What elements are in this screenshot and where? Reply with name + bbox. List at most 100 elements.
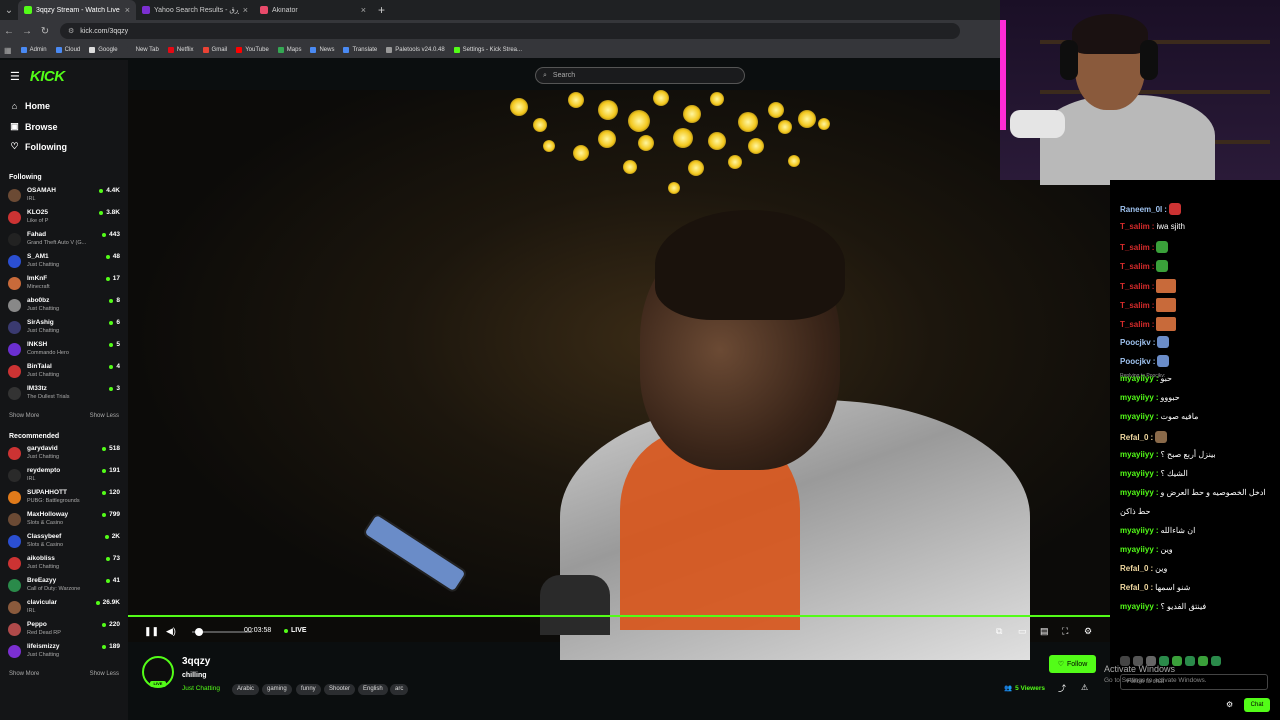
following-channel-item[interactable]: Fahad Grand Theft Auto V (G... 443 — [8, 229, 120, 251]
bookmark-item[interactable]: Cloud — [55, 47, 80, 53]
chat-message[interactable]: myayiiyy: حبووو — [1120, 393, 1180, 402]
sidebar-nav-home[interactable]: ⌂ Home — [10, 101, 50, 111]
chat-send-button[interactable]: Chat — [1244, 698, 1270, 712]
stream-tag[interactable]: English — [358, 684, 388, 695]
emote-icon[interactable] — [1211, 656, 1221, 666]
chat-message[interactable]: Raneem_0l: — [1120, 203, 1181, 215]
tab-close-icon[interactable]: × — [361, 5, 366, 15]
chat-username[interactable]: T_salim — [1120, 262, 1150, 271]
following-channel-item[interactable]: BinTalal Just Chatting 4 — [8, 361, 120, 383]
following-channel-item[interactable]: S_AM1 Just Chatting 48 — [8, 251, 120, 273]
chat-username[interactable]: myayiiyy — [1120, 412, 1154, 421]
recommended-channel-item[interactable]: SUPAHHOTT PUBG: Battlegrounds 120 — [8, 487, 120, 509]
chat-message[interactable]: Poocjkv: — [1120, 336, 1170, 348]
share-icon[interactable]: ⤴ — [1058, 683, 1066, 694]
chat-message[interactable]: T_salim: — [1120, 317, 1177, 331]
fullscreen-icon[interactable]: ⛶ — [1062, 626, 1068, 637]
stream-tag[interactable]: Arabic — [232, 684, 260, 695]
chat-username[interactable]: Poocjkv — [1120, 338, 1151, 347]
live-progress-bar[interactable] — [128, 615, 1110, 617]
channel-name[interactable]: 3qqzy — [182, 656, 210, 667]
apps-icon[interactable]: ▦ — [4, 46, 12, 55]
chat-message[interactable]: Refal_0: شنو اسمها — [1120, 583, 1190, 592]
browser-tab[interactable]: Yahoo Search Results - المارد الازرق × — [136, 0, 254, 20]
recommended-channel-item[interactable]: Classybeef Slots & Casino 2K — [8, 531, 120, 553]
recommended-channel-item[interactable]: Peppo Red Dead RP 220 — [8, 619, 120, 641]
recommended-channel-item[interactable]: clavicular IRL 26.9K — [8, 597, 120, 619]
emote-icon[interactable] — [1198, 656, 1208, 666]
chat-settings-icon[interactable]: ⚙ — [1226, 700, 1233, 709]
tab-search-icon[interactable]: ⌄ — [0, 5, 18, 16]
forward-icon[interactable]: → — [18, 26, 36, 37]
chat-message[interactable]: Refal_0: — [1120, 431, 1168, 443]
bookmark-item[interactable]: Paletools v24.0.48 — [386, 47, 445, 53]
chat-username[interactable]: myayiiyy — [1120, 393, 1154, 402]
recommended-show-less[interactable]: Show Less — [90, 671, 119, 677]
stream-tag[interactable]: arc — [390, 684, 409, 695]
url-field[interactable]: ⚙ kick.com/3qqzy — [60, 23, 960, 39]
bookmark-item[interactable]: Maps — [277, 47, 301, 53]
reload-icon[interactable]: ↻ — [36, 26, 54, 37]
tab-close-icon[interactable]: × — [125, 5, 130, 15]
chat-message[interactable]: T_salim: iwa sjith — [1120, 222, 1185, 231]
bookmark-item[interactable]: Netflix — [167, 47, 194, 53]
menu-icon[interactable]: ☰ — [10, 70, 20, 83]
chat-username[interactable]: myayiiyy — [1120, 602, 1154, 611]
following-show-more[interactable]: Show More — [9, 413, 39, 419]
bookmark-item[interactable]: Settings - Kick Strea... — [453, 47, 522, 53]
bookmark-item[interactable]: Gmail — [202, 47, 227, 53]
chat-message[interactable]: T_salim: — [1120, 298, 1177, 312]
chat-username[interactable]: myayiiyy — [1120, 526, 1154, 535]
chat-message[interactable]: Refal_0: وين — [1120, 564, 1167, 573]
chat-username[interactable]: myayiiyy — [1120, 545, 1154, 554]
back-icon[interactable]: ← — [0, 26, 18, 37]
pip-icon[interactable]: ▤ — [1040, 626, 1049, 637]
recommended-channel-item[interactable]: MaxHolloway Slots & Casino 799 — [8, 509, 120, 531]
chat-message[interactable]: حط ذاكن — [1120, 507, 1150, 516]
tab-close-icon[interactable]: × — [243, 5, 248, 15]
chat-message[interactable]: myayiiyy: فينتق الفديو ؟ — [1120, 602, 1206, 611]
bookmark-item[interactable]: Admin — [20, 47, 47, 53]
bookmark-item[interactable]: Google — [89, 47, 118, 53]
bookmark-item[interactable]: News — [310, 47, 334, 53]
kick-logo[interactable]: KICK — [30, 68, 65, 85]
bookmark-item[interactable]: Translate — [343, 47, 377, 53]
following-channel-item[interactable]: abo0bz Just Chatting 8 — [8, 295, 120, 317]
follow-button[interactable]: ♡ Follow — [1049, 655, 1096, 673]
chat-message[interactable]: T_salim: — [1120, 279, 1177, 293]
chat-username[interactable]: myayiiyy — [1120, 374, 1154, 383]
chat-username[interactable]: Refal_0 — [1120, 433, 1148, 442]
chat-message[interactable]: Poocjkv: — [1120, 355, 1170, 367]
chat-username[interactable]: T_salim — [1120, 222, 1150, 231]
chat-username[interactable]: Poocjkv — [1120, 357, 1151, 366]
chat-username[interactable]: Refal_0 — [1120, 564, 1148, 573]
volume-icon[interactable]: ◀) — [166, 626, 176, 637]
emote-icon[interactable] — [1185, 656, 1195, 666]
chat-message[interactable]: myayiiyy: بينزل أربع صبح ؟ — [1120, 450, 1216, 459]
recommended-channel-item[interactable]: garydavid Just Chatting 518 — [8, 443, 120, 465]
chat-message[interactable]: myayiiyy: وين — [1120, 545, 1173, 554]
chat-message[interactable]: myayiiyy: مافيه صوت — [1120, 412, 1198, 421]
chat-username[interactable]: Raneem_0l — [1120, 205, 1162, 214]
stream-tag[interactable]: funny — [296, 684, 321, 695]
bookmark-item[interactable]: YouTube — [236, 47, 269, 53]
recommended-channel-item[interactable]: BreEazyy Call of Duty: Warzone 41 — [8, 575, 120, 597]
chat-message[interactable]: myayiiyy: ان شاءالله — [1120, 526, 1195, 535]
chat-message[interactable]: myayiiyy: الشيك ؟ — [1120, 469, 1188, 478]
following-channel-item[interactable]: KLO25 Like of P 3.8K — [8, 207, 120, 229]
chat-username[interactable]: T_salim — [1120, 243, 1150, 252]
browser-tab[interactable]: 3qqzy Stream - Watch Live on Kick × — [18, 0, 136, 20]
site-info-icon[interactable]: ⚙ — [68, 27, 74, 35]
following-channel-item[interactable]: INKSH Commando Hero 5 — [8, 339, 120, 361]
recommended-show-more[interactable]: Show More — [9, 671, 39, 677]
new-tab-button[interactable]: + — [378, 3, 385, 17]
chat-username[interactable]: myayiiyy — [1120, 450, 1154, 459]
following-channel-item[interactable]: OSAMAH IRL 4.4K — [8, 185, 120, 207]
settings-gear-icon[interactable]: ⚙ — [1084, 626, 1092, 637]
recommended-channel-item[interactable]: lifeismizzy Just Chatting 189 — [8, 641, 120, 663]
pause-icon[interactable]: ❚❚ — [144, 626, 159, 637]
recommended-channel-item[interactable]: reydempto IRL 191 — [8, 465, 120, 487]
recommended-channel-item[interactable]: aikobliss Just Chatting 73 — [8, 553, 120, 575]
chat-username[interactable]: T_salim — [1120, 282, 1150, 291]
search-input[interactable]: ⌕ Search — [535, 67, 745, 84]
